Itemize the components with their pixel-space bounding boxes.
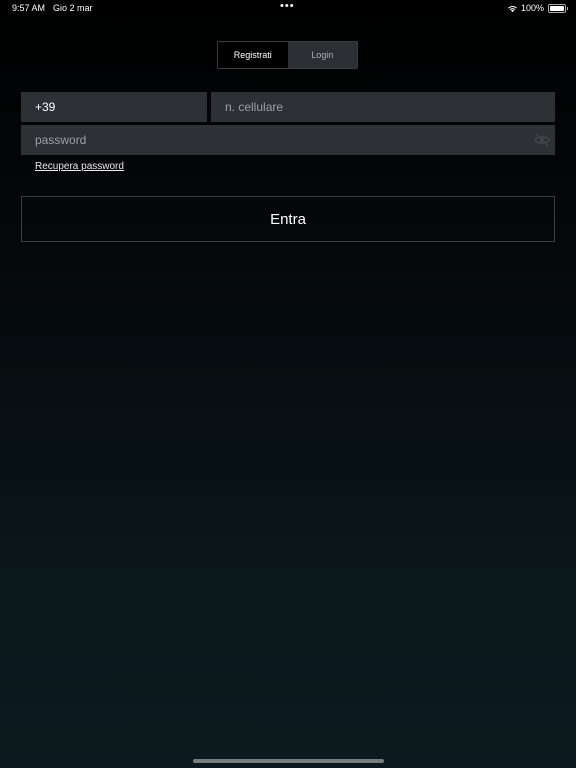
tab-login[interactable]: Login [287,42,357,68]
recover-password-link[interactable]: Recupera password [35,161,124,172]
battery-icon [548,3,568,13]
status-right: 100% [507,3,568,13]
status-time: 9:57 AM [12,3,46,13]
password-field-container [21,125,555,155]
status-left: 9:57 AM Gio 2 mar [12,3,93,13]
password-input[interactable] [21,125,555,155]
country-prefix-field[interactable] [21,92,207,122]
tab-registrati[interactable]: Registrati [218,42,288,68]
login-submit-button[interactable]: Entra [21,196,555,242]
multitasking-dots[interactable]: ••• [280,1,295,12]
eye-off-icon[interactable] [533,131,551,149]
wifi-icon [508,5,517,12]
battery-percent: 100% [520,3,544,13]
status-date: Gio 2 mar [53,3,93,13]
auth-mode-segmented-control: Registrati Login [217,41,358,69]
home-indicator[interactable] [193,759,384,763]
login-screen: 9:57 AM Gio 2 mar ••• 100% Registrati Lo… [0,0,576,768]
status-bar: 9:57 AM Gio 2 mar ••• 100% [0,0,576,18]
phone-number-input[interactable] [211,92,555,122]
